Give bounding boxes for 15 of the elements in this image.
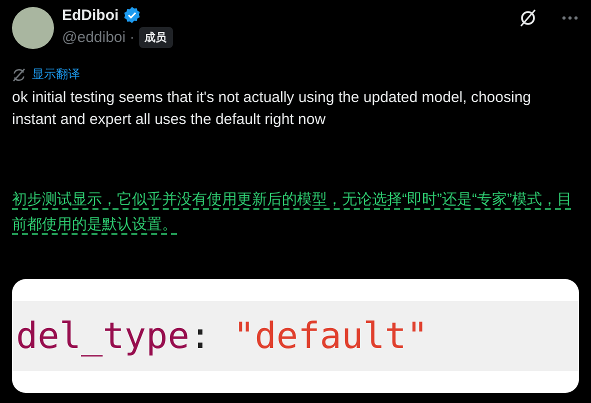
- author-name[interactable]: EdDiboi: [62, 6, 119, 24]
- show-translation-link[interactable]: 显示翻译: [32, 66, 80, 83]
- member-badge: 成员: [138, 27, 173, 48]
- code-token: del_type: [16, 316, 190, 356]
- slashed-circle-icon[interactable]: [519, 8, 537, 28]
- code-token: :: [189, 316, 212, 356]
- translate-icon: [12, 68, 26, 82]
- translated-text: 初步测试显示，它似乎并没有使用更新后的模型，无论选择“即时”还是“专家”模式，目前都使用的是默认设置。: [12, 190, 572, 235]
- avatar[interactable]: [12, 7, 54, 49]
- author-handle[interactable]: @eddiboi: [62, 29, 126, 46]
- code-screenshot[interactable]: del_type: "default": [12, 279, 579, 393]
- code-token: "default": [233, 316, 428, 356]
- more-icon[interactable]: [561, 15, 579, 21]
- separator-dot: ·: [130, 29, 135, 46]
- post-text: ok initial testing seems that it's not actually using the updated model, choosing instant and expert all uses the default right now: [12, 88, 532, 130]
